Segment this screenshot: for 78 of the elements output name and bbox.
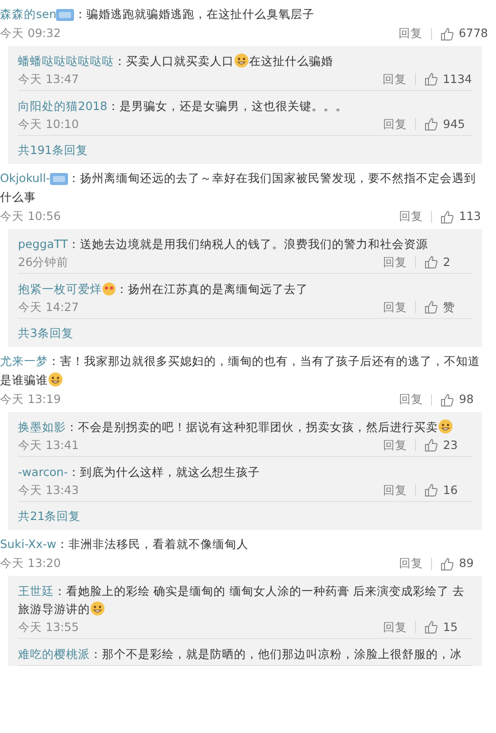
comment-text: 难吃的樱桃派：那个不是彩绘，就是防晒的，他们那边叫凉粉，涂脸上很舒服的，冰 xyxy=(18,646,463,663)
thumbs-up-icon xyxy=(440,392,454,406)
comment-text: -warcon-：到底为什么这样，就这么想生孩子 xyxy=(18,464,261,481)
like-button[interactable]: 98 xyxy=(440,390,488,409)
like-button[interactable]: 945 xyxy=(424,115,472,133)
like-button[interactable]: 15 xyxy=(424,618,472,636)
emoji-icon xyxy=(234,53,249,68)
timestamp: 今天 13:41 xyxy=(18,437,79,454)
thumbs-up-icon xyxy=(440,26,454,40)
level-badge-icon xyxy=(50,173,68,185)
timestamp: 今天 09:32 xyxy=(0,25,61,42)
comment-text: 蟠蟠哒哒哒哒哒哒：买卖人口就买卖人口 在这扯什么骗婚 xyxy=(18,52,334,70)
reply-link[interactable]: 回复 xyxy=(382,70,407,88)
thumbs-up-icon xyxy=(424,438,438,452)
timestamp: 今天 13:19 xyxy=(0,391,61,408)
more-replies-link[interactable]: 共21条回复 xyxy=(18,502,472,530)
thumbs-up-icon xyxy=(440,210,454,224)
username-link[interactable]: 难吃的樱桃派 xyxy=(18,647,90,661)
comment-text: Okjokull- ：扬州离缅甸还远的去了～幸好在我们国家被民警发现，要不然指不定会遇到什么事 xyxy=(0,170,478,206)
like-button[interactable]: 赞 xyxy=(424,298,472,316)
reply-link[interactable]: 回复 xyxy=(383,298,407,316)
more-replies-link[interactable]: 共3条回复 xyxy=(18,319,472,347)
comment-text: Suki-Xx-w：非洲非法移民，看着就不像缅甸人 xyxy=(0,536,250,553)
thumbs-up-icon xyxy=(424,483,438,497)
like-button[interactable]: 113 xyxy=(440,207,488,226)
reply-link[interactable]: 回复 xyxy=(383,253,407,271)
thumbs-up-icon xyxy=(424,255,438,269)
comment-text: peggaTT：送她去边境就是用我们纳税人的钱了。浪费我们的警力和社会资源 xyxy=(18,236,429,253)
username-link[interactable]: 换墨如影 xyxy=(18,420,66,434)
like-button[interactable]: 1134 xyxy=(424,70,472,88)
thumbs-up-icon xyxy=(424,300,438,314)
like-button[interactable]: 6778 xyxy=(440,24,488,43)
thumbs-up-icon xyxy=(424,620,438,634)
comment-text: 王世廷：看她脸上的彩绘 确实是缅甸的 缅甸女人涂的一种药膏 后来演变成彩绘了 去旅游导游讲的 xyxy=(18,583,466,618)
username-link[interactable]: 尤来一梦 xyxy=(0,354,48,368)
reply-link[interactable]: 回复 xyxy=(399,554,423,573)
timestamp: 今天 13:47 xyxy=(18,71,79,88)
username-link[interactable]: 王世廷 xyxy=(18,584,54,598)
like-button[interactable]: 89 xyxy=(440,554,488,573)
username-link[interactable]: Okjokull- xyxy=(0,171,50,185)
username-link[interactable]: 抱紧一枚可爱烊 xyxy=(18,282,102,296)
emoji-icon xyxy=(90,601,105,616)
timestamp: 今天 13:43 xyxy=(18,482,79,499)
reply-link[interactable]: 回复 xyxy=(398,24,423,43)
username-link[interactable]: 蟠蟠哒哒哒哒哒哒 xyxy=(18,54,114,68)
emoji-badge-icon xyxy=(102,282,116,296)
emoji-icon xyxy=(48,372,63,387)
level-badge-icon xyxy=(56,9,74,21)
username-link[interactable]: -warcon- xyxy=(18,465,68,479)
timestamp: 今天 13:20 xyxy=(0,555,61,572)
reply-link[interactable]: 回复 xyxy=(383,436,407,454)
reply-link[interactable]: 回复 xyxy=(399,207,423,226)
thumbs-up-icon xyxy=(440,556,454,570)
username-link[interactable]: 向阳处的猫2018 xyxy=(18,99,108,113)
timestamp: 今天 10:56 xyxy=(0,208,61,225)
timestamp: 26分钟前 xyxy=(18,254,69,271)
username-link[interactable]: 森森的sen xyxy=(0,7,56,21)
comment-text: 向阳处的猫2018：是男骗女，还是女骗男，这也很关键。。。 xyxy=(18,98,348,115)
reply-link[interactable]: 回复 xyxy=(383,618,407,636)
comment-text: 抱紧一枚可爱烊 ：扬州在江苏真的是离缅甸远了去了 xyxy=(18,281,309,298)
comment-text: 换墨如影：不会是别拐卖的吧！据说有这种犯罪团伙，拐卖女孩，然后进行买卖 xyxy=(18,418,472,436)
username-link[interactable]: Suki-Xx-w xyxy=(0,537,56,551)
like-button[interactable]: 23 xyxy=(424,436,472,454)
timestamp: 今天 13:55 xyxy=(18,619,79,636)
timestamp: 今天 14:27 xyxy=(18,299,79,316)
emoji-icon xyxy=(438,419,453,434)
reply-link[interactable]: 回复 xyxy=(383,115,407,133)
like-button[interactable]: 2 xyxy=(424,253,472,271)
comment-text: 尤来一梦：害！我家那边就很多买媳妇的，缅甸的也有，当有了孩子后还有的逃了，不知道是谁骗谁 xyxy=(0,353,481,389)
reply-link[interactable]: 回复 xyxy=(383,481,407,499)
more-replies-link[interactable]: 共191条回复 xyxy=(18,136,472,164)
username-link[interactable]: peggaTT xyxy=(18,237,68,251)
comment-text: 森森的sen ：骗婚逃跑就骗婚逃跑，在这扯什么臭氧层子 xyxy=(0,6,316,23)
like-button[interactable]: 16 xyxy=(424,481,472,499)
thumbs-up-icon xyxy=(424,117,438,131)
timestamp: 今天 10:10 xyxy=(18,116,79,133)
reply-link[interactable]: 回复 xyxy=(399,390,423,409)
thumbs-up-icon xyxy=(424,72,438,86)
